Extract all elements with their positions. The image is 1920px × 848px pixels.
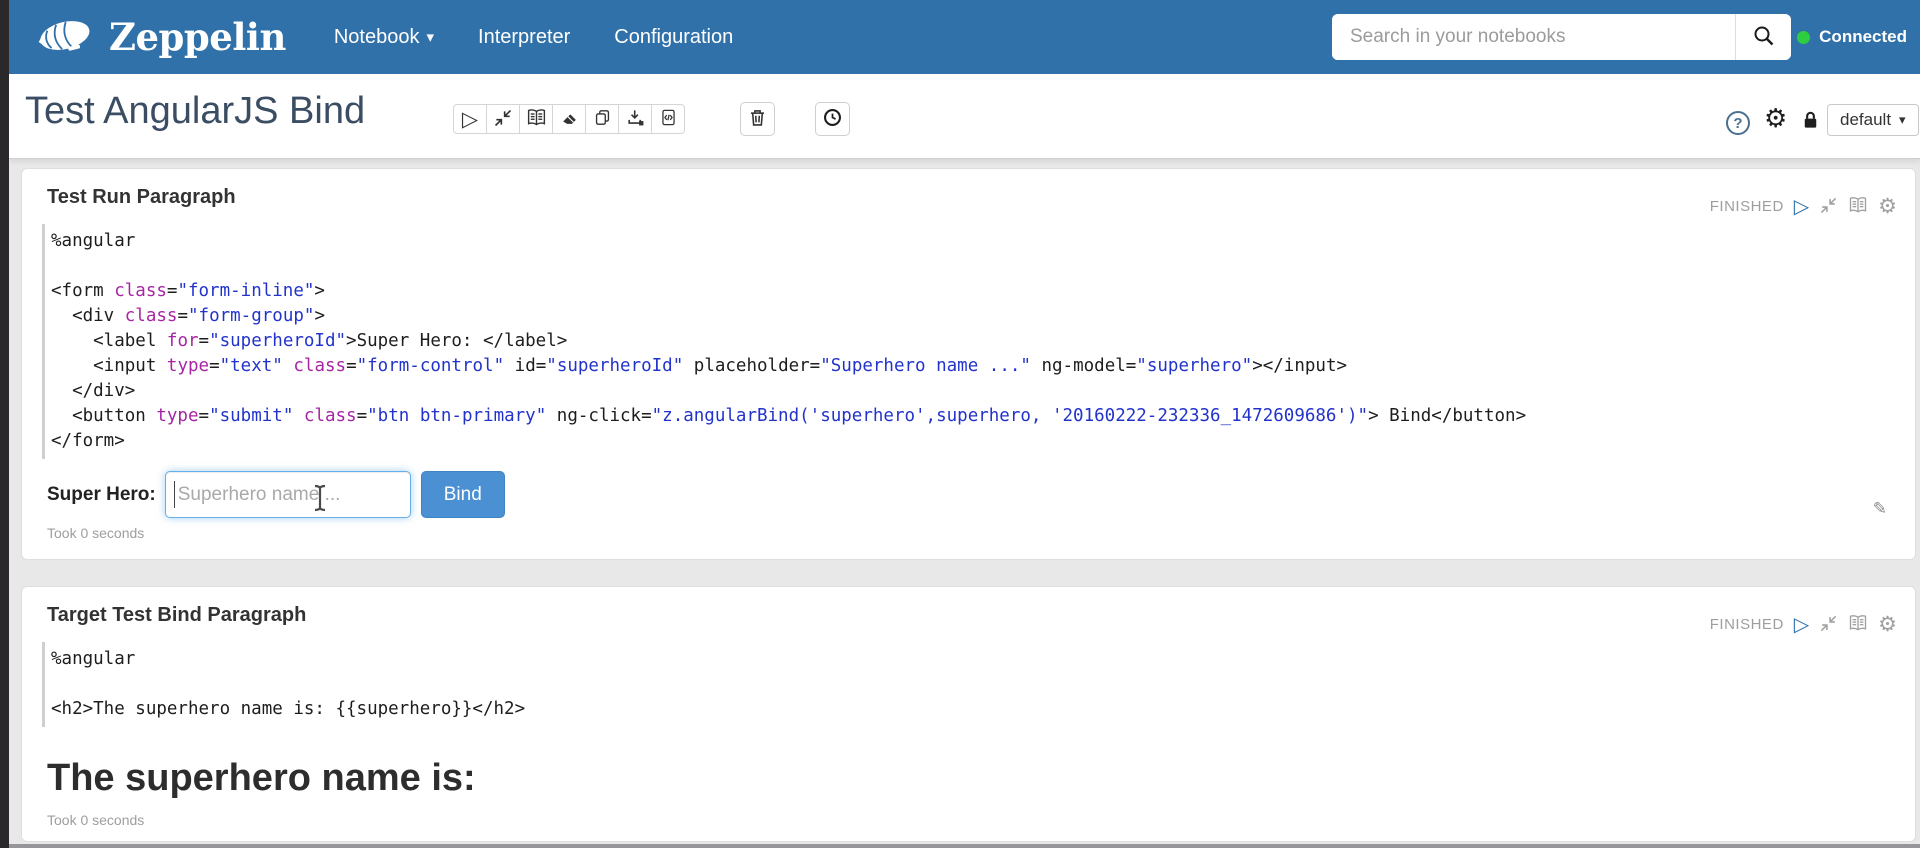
- clone-note-button[interactable]: [585, 104, 619, 134]
- navbar-menu: Notebook ▾ Interpreter Configuration: [334, 26, 733, 49]
- nav-item-interpreter[interactable]: Interpreter: [478, 26, 570, 49]
- paragraph-card-1: Test Run Paragraph FINISHED ▷ ⚙ %angular…: [21, 168, 1916, 560]
- search-icon: [1752, 24, 1776, 51]
- gear-icon: ⚙: [1878, 195, 1897, 218]
- gear-icon: ⚙: [1878, 613, 1897, 636]
- play-icon: ▷: [461, 107, 479, 131]
- code-file-icon: [659, 108, 678, 130]
- superhero-label: Super Hero:: [47, 483, 156, 505]
- run-all-paragraphs-button[interactable]: ▷: [453, 104, 487, 134]
- execution-time: Took 0 seconds: [47, 812, 145, 828]
- text-caret: [173, 481, 175, 508]
- connection-status: Connected: [1797, 0, 1907, 74]
- nav-item-configuration[interactable]: Configuration: [614, 26, 733, 49]
- interpreter-binding-button[interactable]: default ▾: [1827, 104, 1919, 136]
- book-icon: [1848, 195, 1868, 218]
- paragraph-settings-button[interactable]: ⚙: [1878, 614, 1897, 635]
- download-icon: [626, 108, 645, 130]
- paragraph-title[interactable]: Test Run Paragraph: [47, 169, 1899, 209]
- version-control-button[interactable]: [651, 104, 685, 134]
- screen-left-edge: [0, 0, 9, 848]
- output-heading: The superhero name is:: [47, 757, 476, 799]
- play-icon: ▷: [1793, 613, 1810, 636]
- collapse-editors-button[interactable]: [486, 104, 520, 134]
- zeppelin-logo-text: Zeppelin: [109, 15, 286, 59]
- paragraph-settings-button[interactable]: ⚙: [1878, 196, 1897, 217]
- connection-status-label: Connected: [1819, 27, 1907, 46]
- status-dot: [1797, 30, 1811, 44]
- version-label: default: [1840, 110, 1892, 129]
- status-badge: FINISHED: [1709, 616, 1784, 633]
- show-hide-output-button[interactable]: [519, 104, 553, 134]
- note-header: Test AngularJS Bind ▷ ? ⚙ default ▾: [9, 74, 1920, 159]
- paragraph-card-2: Target Test Bind Paragraph FINISHED ▷ ⚙ …: [21, 586, 1916, 842]
- toggle-editor-button[interactable]: [1848, 195, 1868, 218]
- export-note-button[interactable]: [618, 104, 652, 134]
- run-paragraph-button[interactable]: ▷: [1794, 197, 1809, 217]
- shrink-icon: [1819, 614, 1838, 636]
- gear-icon: ⚙: [1764, 103, 1788, 133]
- paragraph-controls: FINISHED ▷ ⚙: [1710, 613, 1897, 636]
- trash-icon: [747, 107, 768, 131]
- collapse-paragraph-button[interactable]: [1819, 196, 1838, 218]
- chevron-down-icon: ▾: [1899, 112, 1906, 127]
- note-toolbar: ▷: [453, 104, 685, 134]
- eraser-icon: [560, 108, 579, 130]
- angular-form: Super Hero: Bind: [47, 471, 1899, 518]
- permissions-button[interactable]: [1799, 108, 1822, 135]
- toggle-editor-button[interactable]: [1848, 613, 1868, 636]
- help-icon: ?: [1733, 114, 1743, 132]
- paragraph-controls: FINISHED ▷ ⚙: [1710, 195, 1897, 218]
- status-badge: FINISHED: [1709, 198, 1784, 215]
- run-paragraph-button[interactable]: ▷: [1794, 615, 1809, 635]
- shrink-icon: [1819, 196, 1838, 218]
- clock-icon: [822, 107, 843, 131]
- bind-button[interactable]: Bind: [420, 471, 505, 518]
- search-button[interactable]: [1735, 14, 1791, 60]
- note-title[interactable]: Test AngularJS Bind: [25, 90, 365, 133]
- remove-note-button[interactable]: [740, 102, 775, 136]
- code-editor[interactable]: %angular <h2>The superhero name is: {{su…: [42, 642, 1899, 727]
- book-icon: [526, 107, 547, 131]
- collapse-paragraph-button[interactable]: [1819, 614, 1838, 636]
- code-editor[interactable]: %angular <form class="form-inline"> <div…: [42, 224, 1899, 459]
- search-input[interactable]: [1332, 14, 1735, 60]
- nav-item-notebook[interactable]: Notebook ▾: [334, 26, 434, 49]
- paragraph-title[interactable]: Target Test Bind Paragraph: [47, 587, 1899, 627]
- screen-bottom-edge: [9, 844, 1920, 848]
- zeppelin-logo[interactable]: Zeppelin: [35, 12, 286, 63]
- help-button[interactable]: ?: [1726, 111, 1750, 135]
- zeppelin-logo-icon: [35, 12, 97, 63]
- shrink-icon: [493, 108, 513, 131]
- execution-time: Took 0 seconds: [47, 525, 145, 541]
- edit-pencil-icon[interactable]: ✎: [1873, 499, 1887, 519]
- top-navbar: Zeppelin Notebook ▾ Interpreter Configur…: [9, 0, 1920, 74]
- notebook-search: [1332, 14, 1791, 60]
- lock-icon: [1799, 111, 1822, 135]
- note-settings-button[interactable]: ⚙: [1764, 105, 1787, 131]
- play-icon: ▷: [1793, 195, 1810, 218]
- chevron-down-icon: ▾: [426, 29, 435, 46]
- run-scheduler-button[interactable]: [815, 102, 850, 136]
- clone-icon: [593, 108, 612, 130]
- clear-output-button[interactable]: [552, 104, 586, 134]
- book-icon: [1848, 613, 1868, 636]
- superhero-input[interactable]: [164, 471, 411, 518]
